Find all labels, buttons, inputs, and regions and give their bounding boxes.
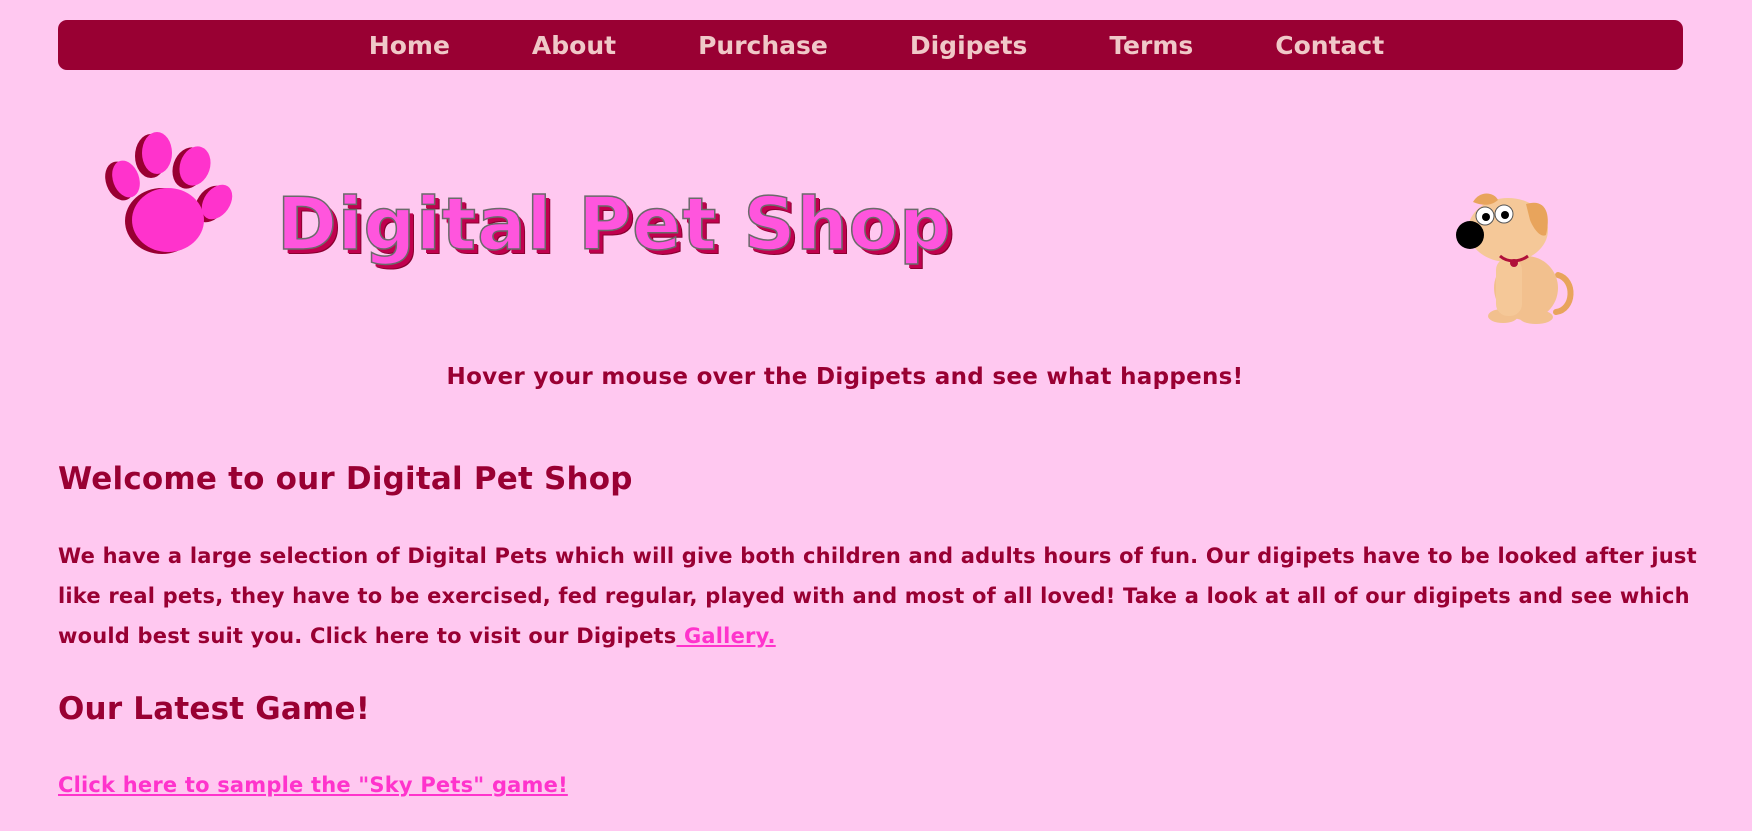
- latest-game-heading: Our Latest Game!: [58, 691, 371, 727]
- gallery-link[interactable]: Gallery.: [676, 624, 776, 648]
- site-logo-text: Digital Pet Shop: [276, 182, 952, 266]
- intro-text: We have a large selection of Digital Pet…: [58, 544, 1697, 648]
- paw-icon: [105, 132, 233, 254]
- hover-instruction: Hover your mouse over the Digipets and s…: [446, 364, 1244, 390]
- welcome-heading: Welcome to our Digital Pet Shop: [58, 461, 633, 497]
- intro-paragraph: We have a large selection of Digital Pet…: [58, 536, 1698, 656]
- dog-icon: [1456, 193, 1574, 324]
- sky-pets-game-link[interactable]: Click here to sample the "Sky Pets" game…: [58, 773, 568, 797]
- header-banner: Digital Pet Shop: [0, 0, 1752, 340]
